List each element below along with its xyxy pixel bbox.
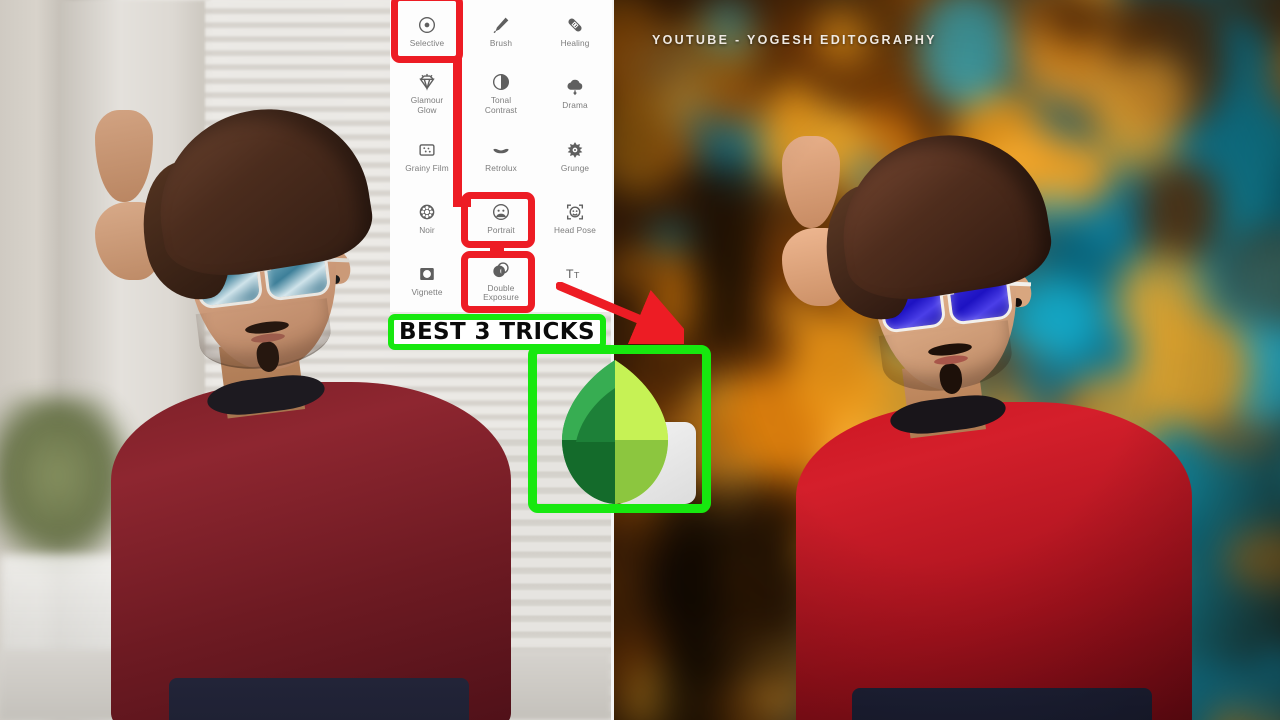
brush-icon [490,14,512,36]
snapseed-tools-panel[interactable]: Selective Brush Healing Glamour Glow Tonal C… [390,0,612,312]
portrait-icon [490,201,512,223]
highlight-box-snapseed-logo [528,345,711,513]
tool-label: Brush [489,37,513,48]
tool-brush[interactable]: Brush [464,0,538,62]
double-exposure-icon [490,259,512,281]
banner-label: BEST 3 TRICKS [399,319,595,345]
healing-icon [564,14,586,36]
tool-healing[interactable]: Healing [538,0,612,62]
tool-label: Selective [409,37,445,48]
grainy-film-icon [416,139,438,161]
tool-portrait[interactable]: Portrait [464,187,538,249]
retrolux-icon [490,139,512,161]
tool-vignette[interactable]: Vignette [390,250,464,312]
channel-watermark: YOUTUBE - YOGESH EDITOGRAPHY [652,33,937,47]
tool-label: Grunge [560,162,590,173]
red-connector-vertical-top [453,56,462,206]
tool-grunge[interactable]: Grunge [538,125,612,187]
tool-head-pose[interactable]: Head Pose [538,187,612,249]
tool-label: Tonal Contrast [484,95,518,116]
red-connector-horizontal [453,198,471,207]
red-connector-vertical-bottom [490,244,504,256]
before-jeans [169,678,469,720]
tool-label: Portrait [487,225,515,235]
tool-label: Head Pose [554,225,596,235]
tool-label: Glamour Glow [410,95,444,116]
selective-icon [416,14,438,36]
noir-icon [416,201,438,223]
tonal-contrast-icon [490,71,512,93]
vignette-icon [416,263,438,285]
tool-label: Noir [419,225,435,235]
head-pose-icon [564,201,586,223]
before-sweater [111,382,511,720]
tool-retrolux[interactable]: Retrolux [464,125,538,187]
grunge-icon [564,139,586,161]
tool-double-exposure[interactable]: Double Exposure [464,250,538,312]
thumbnail-stage: YOUTUBE - YOGESH EDITOGRAPHY Selective Br… [0,0,1280,720]
svg-text:T: T [573,271,580,281]
svg-text:T: T [565,268,574,282]
tool-label: Grainy Film [405,162,449,173]
tool-drama[interactable]: Drama [538,62,612,124]
glamour-glow-icon [416,71,438,93]
tool-label: Drama [562,100,588,111]
tool-label: Double Exposure [483,282,519,303]
after-photo: YOUTUBE - YOGESH EDITOGRAPHY [612,0,1280,720]
best-tricks-banner: BEST 3 TRICKS [388,314,606,350]
after-vignette [612,0,1280,720]
tool-selective[interactable]: Selective [390,0,464,62]
tool-label: Healing [560,37,590,48]
tool-label: Retrolux [485,162,517,173]
tool-label: Vignette [411,287,443,298]
drama-icon [564,76,586,98]
before-left-hand [95,110,153,202]
tool-tonal-contrast[interactable]: Tonal Contrast [464,62,538,124]
